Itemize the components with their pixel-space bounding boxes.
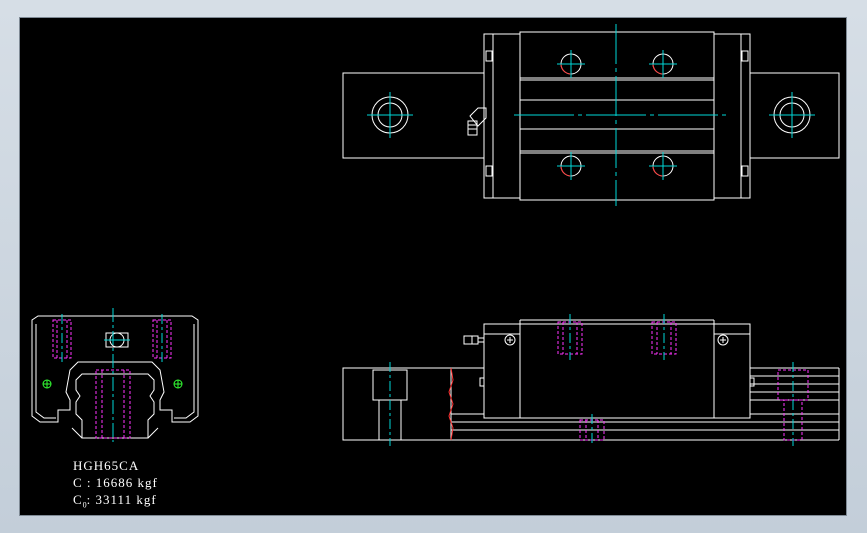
end-view-centerlines xyxy=(61,308,163,442)
static-load-prefix: C xyxy=(73,492,83,507)
side-carriage xyxy=(483,323,751,419)
model-label: HGH65CA xyxy=(73,458,140,473)
dynamic-load-label: C : 16686 kgf xyxy=(73,475,158,490)
end-view xyxy=(31,315,199,439)
top-view xyxy=(342,31,840,201)
side-rail-left xyxy=(342,367,452,441)
side-grease-nipple xyxy=(463,335,484,345)
side-view xyxy=(342,319,840,441)
static-load-value: : 33111 kgf xyxy=(86,492,157,507)
drawing-svg xyxy=(31,24,840,446)
static-load-label: C0: 33111 kgf xyxy=(73,492,157,510)
carriage-block xyxy=(519,31,715,201)
end-view-rail xyxy=(75,373,155,439)
viewer-frame: HGH65CA C : 16686 kgf C0: 33111 kgf xyxy=(0,0,867,533)
grease-nipple xyxy=(467,107,487,136)
cad-drawing-canvas[interactable]: HGH65CA C : 16686 kgf C0: 33111 kgf xyxy=(19,17,847,516)
